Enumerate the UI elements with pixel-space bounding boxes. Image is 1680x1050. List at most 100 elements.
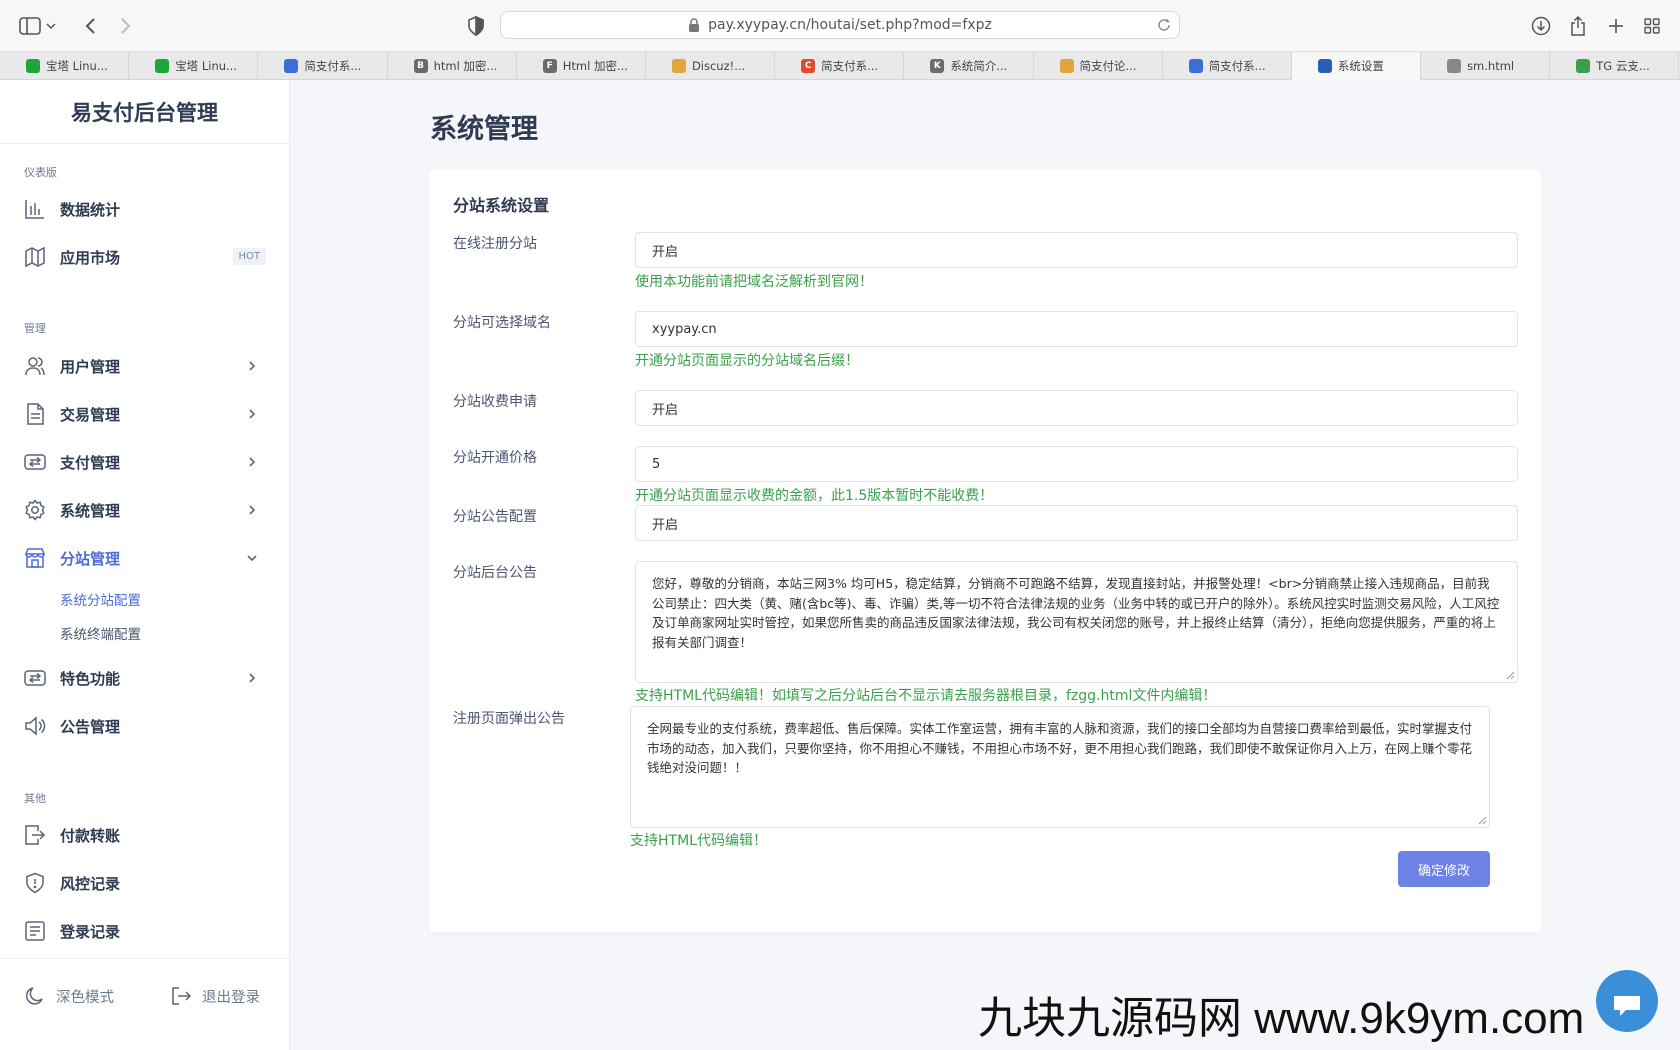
new-tab-icon[interactable] — [1604, 14, 1628, 38]
browser-tab-label: 简支付系... — [1208, 59, 1266, 73]
back-icon[interactable] — [78, 14, 102, 38]
hot-badge: HOT — [232, 248, 266, 265]
browser-tab-label: sm.html — [1467, 59, 1515, 73]
field-label-notice-cfg: 分站公告配置 — [453, 509, 537, 525]
transfer-icon — [24, 451, 46, 473]
logout-button[interactable]: 退出登录 — [170, 985, 260, 1007]
field-label-domain: 分站可选择域名 — [453, 315, 551, 331]
field-label-online-reg: 在线注册分站 — [453, 236, 537, 252]
browser-tab[interactable]: C 简支付系... — [775, 52, 905, 80]
dark-mode-label: 深色模式 — [56, 989, 114, 1006]
browser-tab[interactable]: sm.html — [1421, 52, 1551, 80]
chevron-down-icon[interactable] — [44, 14, 58, 38]
favicon-icon — [1188, 59, 1203, 73]
fee-apply-select[interactable]: 开启 — [635, 390, 1518, 426]
nav-item-pay[interactable]: 支付管理 — [24, 447, 266, 477]
price-input[interactable]: 5 — [635, 446, 1518, 482]
chevron-right-icon — [246, 360, 258, 372]
browser-tab[interactable]: F Html 加密... — [517, 52, 646, 80]
browser-tab-label: TG 云支... — [1596, 59, 1650, 73]
chat-bubble-icon[interactable] — [1596, 970, 1658, 1032]
subnav-item-sub-terminal[interactable]: 系统终端配置 — [60, 623, 141, 643]
browser-tab[interactable]: Discuz!... — [646, 52, 776, 80]
domain-hint: 开通分站页面显示的分站域名后缀！ — [635, 353, 859, 369]
dark-mode-button[interactable]: 深色模式 — [24, 985, 114, 1007]
browser-tab[interactable]: 简支付系... — [1163, 52, 1292, 80]
download-icon[interactable] — [1529, 14, 1553, 38]
nav-item-market[interactable]: 应用市场 HOT — [24, 242, 266, 272]
browser-tab-label: Discuz!... — [691, 59, 746, 73]
favicon-icon — [671, 59, 686, 73]
section-title-other: 其他 — [24, 792, 46, 805]
card-title: 分站系统设置 — [453, 196, 550, 215]
nav-item-system[interactable]: 系统管理 — [24, 495, 266, 525]
favicon-icon — [1317, 59, 1332, 73]
privacy-shield-icon[interactable] — [464, 14, 488, 38]
browser-tab-label: 宝塔 Linu... — [175, 59, 237, 73]
forward-icon[interactable] — [114, 14, 138, 38]
sidebar-toggle-icon[interactable] — [18, 14, 42, 38]
share-icon[interactable] — [1566, 14, 1590, 38]
browser-tab[interactable]: 宝塔 Linu... — [129, 52, 259, 80]
transfer-icon — [24, 667, 46, 689]
field-label-fee-apply: 分站收费申请 — [453, 394, 537, 410]
document-icon — [24, 403, 46, 425]
reg-popup-hint: 支持HTML代码编辑！ — [630, 833, 767, 849]
favicon-icon — [1447, 59, 1462, 73]
nav-label: 支付管理 — [60, 453, 121, 472]
resize-grip-icon[interactable] — [1478, 816, 1487, 825]
browser-tab-label: 简支付论... — [1079, 59, 1137, 73]
field-label-price: 分站开通价格 — [453, 450, 537, 466]
nav-item-substation[interactable]: 分站管理 — [24, 543, 266, 573]
shield-icon — [24, 872, 46, 894]
browser-tab[interactable]: 系统设置 — [1291, 52, 1422, 80]
users-icon — [24, 355, 46, 377]
nav-label: 系统管理 — [60, 501, 121, 520]
field-label-reg-popup: 注册页面弹出公告 — [453, 711, 565, 727]
nav-item-feature[interactable]: 特色功能 — [24, 663, 266, 693]
browser-tab[interactable]: 简支付论... — [1034, 52, 1163, 80]
address-bar[interactable]: pay.xyypay.cn/houtai/set.php?mod=fxpz — [500, 11, 1180, 39]
settings-card: 分站系统设置 在线注册分站 开启 使用本功能前请把域名泛解析到官网！ 分站可选择… — [429, 170, 1541, 932]
resize-grip-icon[interactable] — [1506, 671, 1515, 680]
nav-item-notice[interactable]: 公告管理 — [24, 711, 266, 741]
nav-label: 分站管理 — [60, 549, 121, 568]
favicon-icon — [155, 59, 170, 73]
favicon-icon: K — [930, 59, 945, 73]
moon-icon — [24, 985, 46, 1007]
browser-tab-strip: 宝塔 Linu... 宝塔 Linu... 简支付系... Bhtml 加密... F H… — [0, 52, 1680, 80]
browser-tab[interactable]: 简支付系... — [258, 52, 388, 80]
speaker-icon — [24, 715, 46, 737]
favicon-icon — [284, 59, 299, 73]
online-reg-select[interactable]: 开启 — [635, 232, 1518, 268]
reload-icon[interactable] — [1157, 18, 1171, 32]
submit-button[interactable]: 确定修改 — [1398, 851, 1490, 887]
nav-item-users[interactable]: 用户管理 — [24, 351, 266, 381]
nav-label: 数据统计 — [60, 200, 121, 219]
export-icon — [24, 824, 46, 846]
favicon-icon — [1059, 59, 1074, 73]
tab-overview-icon[interactable] — [1640, 14, 1664, 38]
nav-item-trade[interactable]: 交易管理 — [24, 399, 266, 429]
browser-tab[interactable]: K 系统简介... — [904, 52, 1034, 80]
notice-cfg-select[interactable]: 开启 — [635, 505, 1518, 541]
section-title-manage: 管理 — [24, 322, 46, 335]
favicon-icon — [26, 59, 40, 73]
nav-item-risk[interactable]: 风控记录 — [24, 868, 266, 898]
reg-popup-textarea[interactable]: 全网最专业的支付系统，费率超低、售后保障。实体工作室运营，拥有丰富的人脉和资源，… — [630, 706, 1490, 828]
subnav-item-sub-config[interactable]: 系统分站配置 — [60, 589, 141, 609]
admin-notice-hint: 支持HTML代码编辑！如填写之后分站后台不显示请去服务器根目录，fzgg.htm… — [635, 688, 1217, 704]
browser-tab[interactable]: Bhtml 加密... — [388, 52, 517, 80]
nav-label: 风控记录 — [60, 874, 121, 893]
nav-item-login[interactable]: 登录记录 — [24, 916, 266, 946]
favicon-icon: B — [413, 59, 428, 73]
browser-tab[interactable]: TG 云支... — [1550, 52, 1680, 80]
admin-notice-textarea[interactable]: 您好，尊敬的分销商，本站三网3% 均可H5，稳定结算，分销商不可跑路不结算，发现… — [635, 561, 1518, 683]
nav-item-transfer[interactable]: 付款转账 — [24, 820, 266, 850]
browser-tab[interactable]: 宝塔 Linu... — [0, 52, 130, 80]
sidebar-footer: 深色模式 退出登录 — [0, 958, 290, 1050]
domain-input[interactable]: xyypay.cn — [635, 311, 1518, 347]
browser-tab-label: 简支付系... — [821, 59, 879, 73]
nav-item-stats[interactable]: 数据统计 — [24, 194, 266, 224]
nav-label: 公告管理 — [60, 717, 121, 736]
